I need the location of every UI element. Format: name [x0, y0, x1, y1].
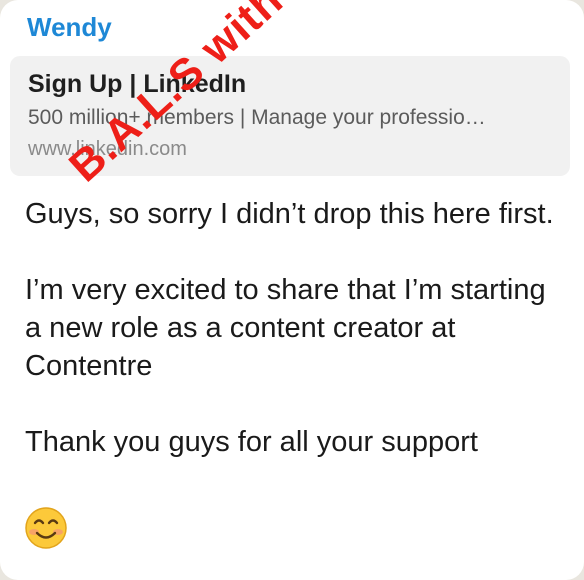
message-paragraph: Guys, so sorry I didn’t drop this here f…	[25, 198, 554, 230]
link-preview-card[interactable]: Sign Up | LinkedIn 500 million+ members …	[10, 56, 570, 176]
message-text: Guys, so sorry I didn’t drop this here f…	[25, 195, 565, 499]
smiling-face-emoji-icon	[25, 507, 67, 549]
message-paragraph: I’m very excited to share that I’m start…	[25, 274, 546, 382]
link-preview-title: Sign Up | LinkedIn	[28, 70, 247, 98]
message-bubble[interactable]: Wendy Sign Up | LinkedIn 500 million+ me…	[0, 0, 584, 580]
link-preview-description: 500 million+ members | Manage your profe…	[28, 106, 486, 129]
sender-name[interactable]: Wendy	[27, 12, 112, 43]
message-paragraph: Thank you guys for all your support	[25, 426, 478, 458]
link-preview-url: www.linkedin.com	[28, 138, 187, 160]
